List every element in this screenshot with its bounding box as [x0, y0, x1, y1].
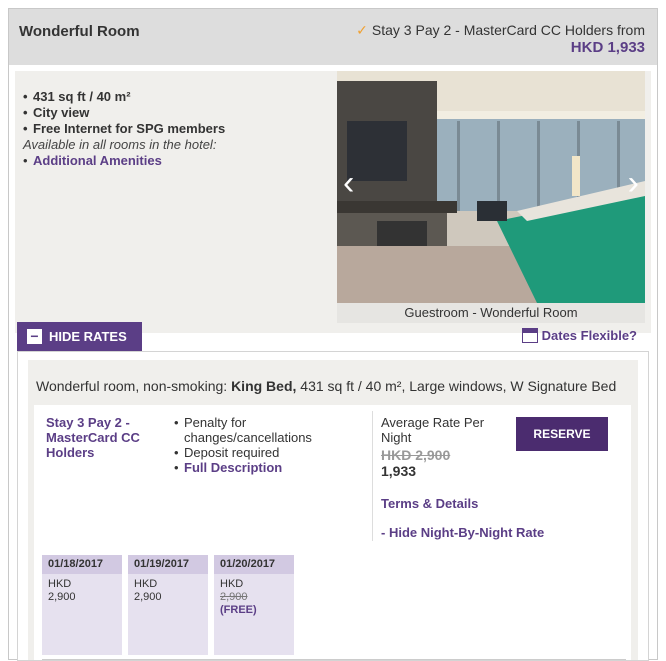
minus-icon: − — [27, 329, 42, 344]
feature-item: • City view — [23, 105, 90, 120]
night-currency: HKD — [220, 578, 244, 590]
feature-list: • 431 sq ft / 40 m² • City view • Free Inte… — [23, 89, 225, 169]
night-rate-cell: 01/19/2017 HKD 2,900 — [128, 555, 208, 655]
rates-panel: Wonderful room, non-smoking: King Bed, 4… — [17, 351, 649, 661]
night-currency: HKD — [48, 578, 72, 590]
room-photo: ‹ › — [337, 71, 645, 303]
free-night-badge: (FREE) — [220, 604, 257, 616]
night-rate-cell: 01/18/2017 HKD 2,900 — [42, 555, 122, 655]
night-amount: 2,900 — [220, 591, 248, 603]
night-date: 01/20/2017 — [214, 555, 294, 574]
room-header: Wonderful Room ✓ Stay 3 Pay 2 - MasterCar… — [9, 9, 657, 65]
night-amount: 2,900 — [134, 591, 162, 603]
additional-amenities-link[interactable]: Additional Amenities — [33, 153, 162, 168]
rates-inner: Wonderful room, non-smoking: King Bed, 4… — [28, 360, 638, 660]
room-details: • 431 sq ft / 40 m² • City view • Free Inte… — [15, 71, 651, 333]
terms-details-link[interactable]: Terms & Details — [381, 496, 478, 511]
night-rate-cell: 01/20/2017 HKD 2,900 (FREE) — [214, 555, 294, 655]
dates-flexible-label: Dates Flexible? — [541, 328, 637, 343]
dates-flexible-link[interactable]: Dates Flexible? — [521, 328, 637, 343]
average-rate-label: Average Rate Per Night — [381, 415, 485, 445]
hide-rates-label: HIDE RATES — [49, 329, 127, 344]
feature-item: • 431 sq ft / 40 m² — [23, 89, 131, 104]
rate-terms: • Penalty for changes/cancellations • Depo… — [174, 415, 324, 475]
promo-text: Stay 3 Pay 2 - MasterCard CC Holders fro… — [371, 22, 645, 38]
room-card: Wonderful Room ✓ Stay 3 Pay 2 - MasterCar… — [8, 8, 658, 661]
promo-price: HKD 1,933 — [570, 39, 645, 56]
chevron-right-icon[interactable]: › — [628, 166, 639, 200]
original-price: HKD 2,900 — [381, 447, 451, 463]
check-icon: ✓ — [356, 22, 368, 38]
full-description-link[interactable]: Full Description — [184, 460, 282, 475]
photo-carousel: ‹ › Guestroom - Wonderful Room — [337, 71, 645, 328]
room-title: Wonderful Room — [19, 23, 140, 40]
night-currency: HKD — [134, 578, 158, 590]
night-date: 01/18/2017 — [42, 555, 122, 574]
availability-note: Available in all rooms in the hotel: — [23, 137, 217, 152]
calendar-icon — [521, 328, 538, 343]
divider — [372, 411, 373, 541]
room-description: Wonderful room, non-smoking: King Bed, 4… — [36, 378, 617, 394]
feature-item: • Free Internet for SPG members — [23, 121, 226, 136]
rate-name[interactable]: Stay 3 Pay 2 - MasterCard CC Holders — [46, 415, 166, 460]
hide-rates-button[interactable]: − HIDE RATES — [17, 322, 142, 351]
amenities-item: • Additional Amenities — [23, 153, 162, 168]
photo-caption: Guestroom - Wonderful Room — [337, 303, 645, 323]
discounted-price: 1,933 — [381, 463, 417, 479]
term-item: Deposit required — [184, 445, 280, 460]
night-date: 01/19/2017 — [128, 555, 208, 574]
term-item: Penalty for changes/cancellations — [184, 415, 312, 445]
promo-offer: ✓ Stay 3 Pay 2 - MasterCard CC Holders fr… — [356, 22, 645, 56]
hide-night-by-night-link[interactable]: - Hide Night-By-Night Rate — [381, 525, 544, 540]
reserve-button[interactable]: RESERVE — [516, 417, 608, 451]
rate-card: Stay 3 Pay 2 - MasterCard CC Holders • Pe… — [34, 405, 631, 660]
chevron-left-icon[interactable]: ‹ — [343, 166, 354, 200]
night-amount: 2,900 — [48, 591, 76, 603]
